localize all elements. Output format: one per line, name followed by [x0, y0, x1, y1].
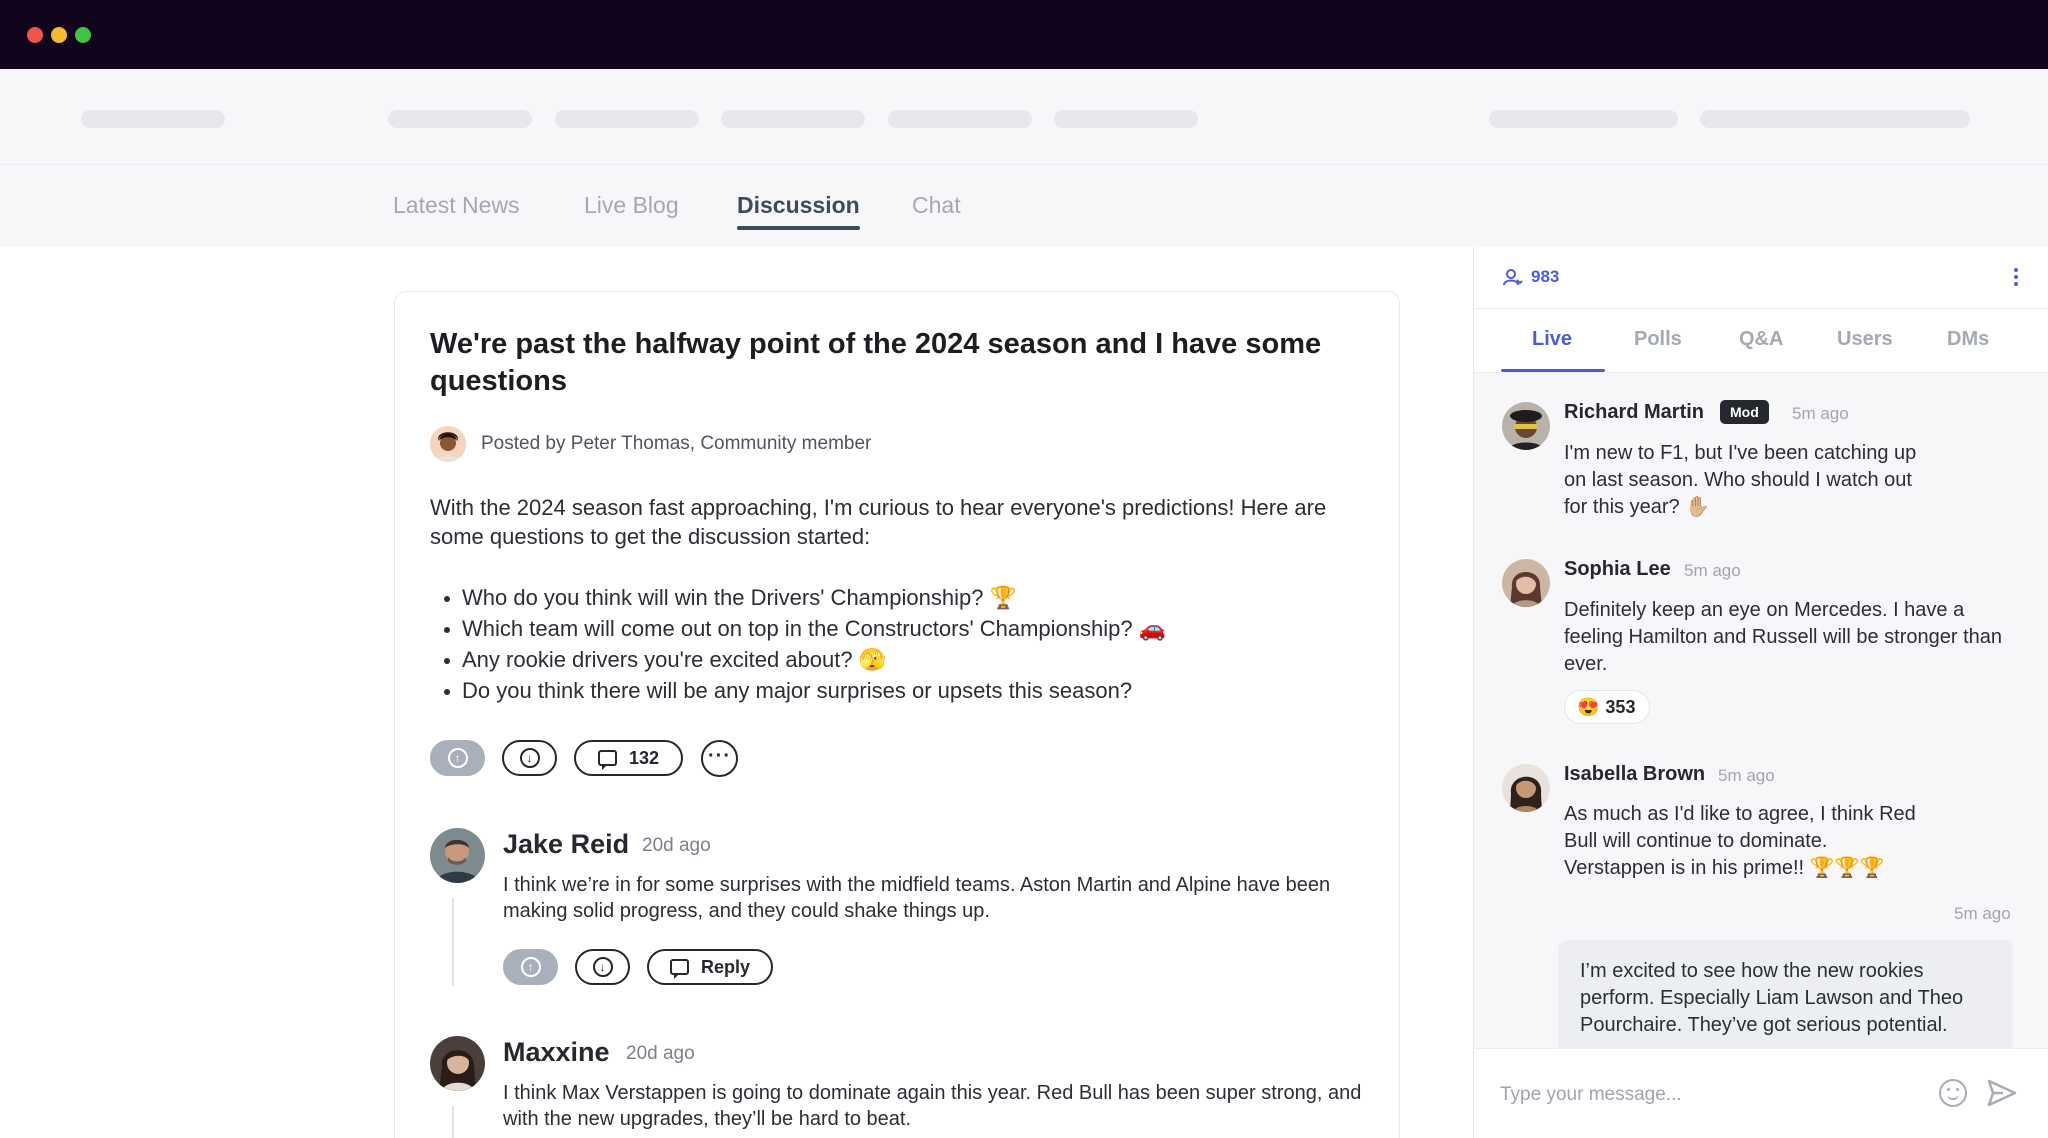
comment-time: 20d ago	[642, 835, 711, 856]
message-author[interactable]: Isabella Brown	[1564, 763, 1705, 786]
list-item: Do you think there will be any major sur…	[443, 675, 1166, 706]
comment-text: I think we’re in for some surprises with…	[503, 874, 1331, 922]
avatar[interactable]	[1502, 559, 1550, 607]
comment-upvote-button[interactable]: ↑	[503, 949, 558, 985]
reply-button[interactable]: Reply	[647, 949, 773, 985]
post-title: We're past the halfway point of the 2024…	[430, 328, 1322, 397]
moderator-badge: Mod	[1720, 400, 1769, 424]
message-time: 5m ago	[1684, 561, 1741, 580]
more-icon: ···	[708, 744, 731, 767]
comment-icon	[669, 959, 689, 979]
tab-live[interactable]: Live	[1532, 328, 1572, 351]
comments-button[interactable]: 132	[574, 740, 683, 776]
comment-time: 20d ago	[626, 1043, 695, 1064]
tab-discussion[interactable]: Discussion	[737, 192, 860, 219]
avatar[interactable]	[1502, 402, 1550, 450]
arrow-up-icon: ↑	[520, 957, 541, 977]
more-options-button[interactable]: ···	[701, 740, 738, 777]
thread-line	[452, 1106, 454, 1138]
post-author: Posted by Peter Thomas, Community member	[481, 433, 872, 454]
downvote-button[interactable]: ↓	[502, 740, 557, 776]
list-item: Which team will come out on top in the C…	[443, 613, 1166, 644]
online-user-count: 983	[1531, 267, 1560, 286]
list-item: Who do you think will win the Drivers' C…	[443, 582, 1166, 613]
send-icon[interactable]	[1987, 1079, 2017, 1107]
avatar[interactable]	[1502, 764, 1550, 812]
own-message-text: I’m excited to see how the new rookies p…	[1580, 960, 1964, 1036]
heart-eyes-emoji-icon: 😍	[1577, 696, 1600, 717]
thread-line	[452, 898, 454, 986]
message-time: 5m ago	[1718, 766, 1775, 785]
content-tabs-bar	[0, 165, 2048, 247]
tab-dms[interactable]: DMs	[1947, 328, 1989, 351]
discussion-post-card	[394, 291, 1400, 1138]
arrow-down-icon: ↓	[519, 748, 540, 768]
minimize-window-button[interactable]	[51, 27, 67, 43]
message-author[interactable]: Richard Martin	[1564, 401, 1704, 424]
avatar[interactable]	[430, 828, 485, 883]
author-avatar[interactable]	[430, 426, 466, 462]
nav-link-placeholder[interactable]	[388, 110, 532, 128]
nav-link-placeholder[interactable]	[721, 110, 865, 128]
active-tab-indicator	[737, 226, 860, 230]
comment-author[interactable]: Maxxine	[503, 1037, 610, 1068]
maximize-window-button[interactable]	[75, 27, 91, 43]
message-text: As much as I'd like to agree, I think Re…	[1564, 803, 1916, 879]
reply-label: Reply	[700, 956, 751, 977]
nav-link-placeholder[interactable]	[1054, 110, 1198, 128]
tab-users[interactable]: Users	[1837, 328, 1893, 351]
emoji-icon[interactable]	[1939, 1079, 1967, 1107]
tab-qa[interactable]: Q&A	[1739, 328, 1783, 351]
message-input[interactable]	[1500, 1080, 1920, 1110]
own-message-time: 5m ago	[1954, 904, 2011, 923]
window-titlebar	[0, 0, 2048, 69]
comment-downvote-button[interactable]: ↓	[575, 949, 630, 985]
comment-icon	[597, 750, 617, 770]
close-window-button[interactable]	[27, 27, 43, 43]
tab-chat[interactable]: Chat	[912, 192, 961, 219]
avatar[interactable]	[430, 1036, 485, 1091]
nav-link-placeholder[interactable]	[888, 110, 1032, 128]
tab-live-blog[interactable]: Live Blog	[584, 192, 679, 219]
reaction-count: 353	[1605, 696, 1636, 717]
nav-action-placeholder[interactable]	[1700, 110, 1970, 128]
list-item: Any rookie drivers you're excited about?…	[443, 644, 1166, 675]
message-text: I'm new to F1, but I've been catching up…	[1564, 442, 1917, 518]
nav-link-placeholder[interactable]	[555, 110, 699, 128]
tab-latest-news[interactable]: Latest News	[393, 192, 520, 219]
message-text: Definitely keep an eye on Mercedes. I ha…	[1564, 599, 2003, 675]
post-question-list: Who do you think will win the Drivers' C…	[443, 582, 1166, 706]
users-icon	[1503, 269, 1523, 286]
panel-menu-icon[interactable]	[2014, 268, 2020, 290]
comment-text: I think Max Verstappen is going to domin…	[503, 1082, 1362, 1130]
message-author[interactable]: Sophia Lee	[1564, 558, 1671, 581]
tab-polls[interactable]: Polls	[1634, 328, 1682, 351]
reaction-button[interactable]: 😍 353	[1564, 690, 1650, 724]
comment-count: 132	[628, 747, 660, 768]
arrow-down-icon: ↓	[592, 957, 613, 977]
arrow-up-icon: ↑	[447, 748, 468, 768]
post-body: With the 2024 season fast approaching, I…	[430, 495, 1327, 549]
message-time: 5m ago	[1792, 404, 1849, 423]
comment-author[interactable]: Jake Reid	[503, 829, 629, 860]
nav-action-placeholder[interactable]	[1489, 110, 1678, 128]
logo-placeholder	[81, 110, 225, 128]
upvote-button[interactable]: ↑	[430, 740, 485, 776]
